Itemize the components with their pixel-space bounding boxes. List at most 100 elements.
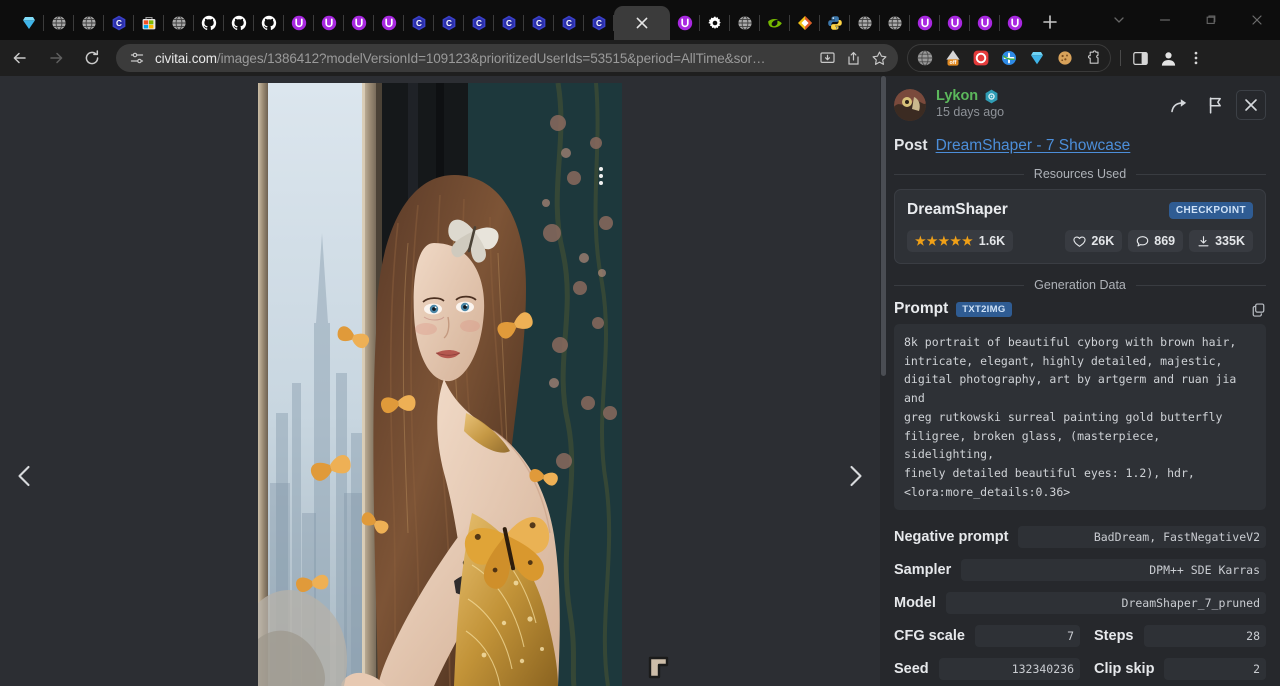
browser-menu-button[interactable] <box>1182 44 1210 72</box>
copy-prompt-button[interactable] <box>1251 302 1266 317</box>
toolbar-divider <box>1120 50 1121 66</box>
browser-tab[interactable] <box>74 6 104 40</box>
downloads-pill[interactable]: 335K <box>1189 230 1253 252</box>
new-tab-button[interactable] <box>1036 8 1064 36</box>
browser-tab[interactable]: C <box>554 6 584 40</box>
browser-tab[interactable] <box>760 6 790 40</box>
site-settings-icon[interactable] <box>126 47 148 69</box>
resource-type-badge: CHECKPOINT <box>1169 202 1253 219</box>
browser-tab[interactable] <box>194 6 224 40</box>
profile-avatar-icon <box>1159 49 1178 68</box>
report-button[interactable] <box>1200 90 1230 120</box>
browser-tab[interactable] <box>670 6 700 40</box>
record-extension-button[interactable] <box>967 45 995 71</box>
back-arrow-icon <box>11 49 29 67</box>
nvidia-icon <box>767 15 783 31</box>
browser-tab[interactable] <box>910 6 940 40</box>
image-viewer-stage <box>0 76 880 686</box>
param-value: 2 <box>1164 658 1266 680</box>
share-button[interactable] <box>1164 90 1194 120</box>
url-host: civitai.com <box>155 51 217 66</box>
profile-button[interactable] <box>1154 44 1182 72</box>
divider-line <box>1136 174 1266 175</box>
param-key: Clip skip <box>1094 661 1154 677</box>
browser-tab[interactable] <box>790 6 820 40</box>
browser-tab[interactable]: C <box>494 6 524 40</box>
resource-card[interactable]: DreamShaper CHECKPOINT ★★★★★ 1.6K 26K <box>894 189 1266 264</box>
previous-image-button[interactable] <box>7 458 43 494</box>
globe-extension-button[interactable] <box>911 45 939 71</box>
artwork-image[interactable] <box>258 83 622 686</box>
author-username[interactable]: Lykon <box>936 88 978 104</box>
param-value: 28 <box>1144 625 1267 647</box>
browser-tab[interactable] <box>314 6 344 40</box>
u-purple-icon <box>917 15 933 31</box>
browser-tab[interactable] <box>1000 6 1030 40</box>
sidebar-scrollbar[interactable] <box>880 76 888 686</box>
browser-tab[interactable]: C <box>404 6 434 40</box>
browser-tab[interactable] <box>730 6 760 40</box>
browser-tab[interactable] <box>970 6 1000 40</box>
browser-tab[interactable] <box>880 6 910 40</box>
browser-tab[interactable] <box>224 6 254 40</box>
prompt-text[interactable]: 8k portrait of beautiful cyborg with bro… <box>894 324 1266 510</box>
browser-tab[interactable] <box>44 6 74 40</box>
bookmark-button[interactable] <box>866 45 892 71</box>
reload-button[interactable] <box>76 44 108 72</box>
browser-tab[interactable] <box>14 6 44 40</box>
browser-tab[interactable]: C <box>104 6 134 40</box>
maximize-button[interactable] <box>1188 4 1234 36</box>
browser-tab[interactable]: C <box>584 6 614 40</box>
browser-tab[interactable] <box>344 6 374 40</box>
param-row: Sampler DPM++ SDE Karras <box>894 553 1266 586</box>
share-button[interactable] <box>840 45 866 71</box>
param-key: Steps <box>1094 628 1134 644</box>
browser-tab[interactable] <box>374 6 404 40</box>
image-options-menu-button[interactable] <box>590 162 612 190</box>
window-close-button[interactable] <box>1234 4 1280 36</box>
browser-tab[interactable] <box>164 6 194 40</box>
browser-tab[interactable] <box>284 6 314 40</box>
svg-text:C: C <box>476 19 482 28</box>
comments-pill[interactable]: 869 <box>1128 230 1183 252</box>
param-half: Clip skip 2 <box>1080 658 1266 680</box>
rating-pill[interactable]: ★★★★★ 1.6K <box>907 230 1013 252</box>
divider-line <box>894 174 1024 175</box>
browser-tab[interactable] <box>820 6 850 40</box>
browser-tab[interactable] <box>940 6 970 40</box>
adblock-extension-button[interactable]: off <box>939 45 967 71</box>
civitai-extension-button[interactable] <box>1023 45 1051 71</box>
browser-tab[interactable] <box>850 6 880 40</box>
browser-tab[interactable] <box>700 6 730 40</box>
address-bar[interactable]: civitai.com/images/1386412?modelVersionI… <box>116 44 898 72</box>
install-app-button[interactable] <box>814 45 840 71</box>
cookie-extension-button[interactable] <box>1051 45 1079 71</box>
minimize-button[interactable] <box>1142 4 1188 36</box>
resource-name[interactable]: DreamShaper <box>907 201 1008 219</box>
install-app-icon <box>819 50 836 67</box>
u-purple-icon <box>381 15 397 31</box>
avatar[interactable] <box>894 89 926 121</box>
param-row: Negative prompt BadDream, FastNegativeV2 <box>894 520 1266 553</box>
url-text[interactable]: civitai.com/images/1386412?modelVersionI… <box>155 51 814 66</box>
extensions-puzzle-button[interactable] <box>1079 45 1107 71</box>
browser-tab[interactable] <box>254 6 284 40</box>
browser-tab[interactable]: C <box>524 6 554 40</box>
likes-pill[interactable]: 26K <box>1065 230 1122 252</box>
browser-tab[interactable] <box>134 6 164 40</box>
side-panel-button[interactable] <box>1126 44 1154 72</box>
forward-button[interactable] <box>40 44 72 72</box>
next-image-button[interactable] <box>837 458 873 494</box>
tab-search-button[interactable] <box>1096 4 1142 36</box>
translate-extension-button[interactable] <box>995 45 1023 71</box>
resources-section-header: Resources Used <box>880 167 1280 181</box>
generation-parameters-list: Negative prompt BadDream, FastNegativeV2… <box>880 520 1280 685</box>
active-tab[interactable] <box>614 6 670 40</box>
back-button[interactable] <box>4 44 36 72</box>
browser-tab[interactable]: C <box>464 6 494 40</box>
browser-tab[interactable]: C <box>434 6 464 40</box>
svg-text:C: C <box>446 19 452 28</box>
close-sidebar-button[interactable] <box>1236 90 1266 120</box>
cursor-icon <box>648 656 670 680</box>
post-link[interactable]: DreamShaper - 7 Showcase <box>936 137 1131 155</box>
